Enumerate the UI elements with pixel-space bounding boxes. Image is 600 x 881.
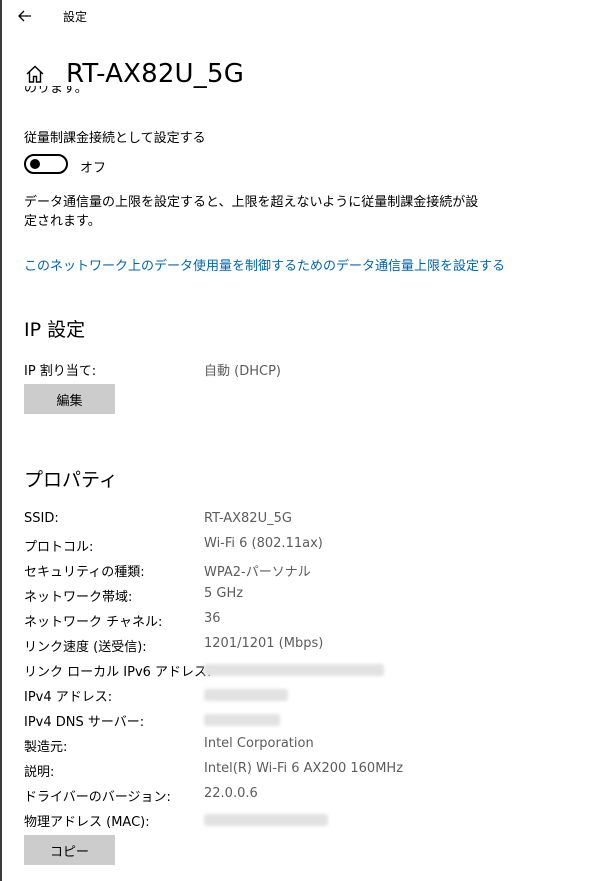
property-value-protocol: Wi-Fi 6 (802.11ax) <box>204 536 323 551</box>
page-title: RT-AX82U_5G <box>66 59 245 89</box>
property-label-ssid: SSID: <box>24 511 59 526</box>
property-label-security: セキュリティの種類: <box>24 565 145 580</box>
property-label-ipv6: リンク ローカル IPv6 アドレス: <box>24 665 212 680</box>
edit-button[interactable]: 編集 <box>24 384 115 414</box>
window-left-edge <box>0 0 2 881</box>
property-label-channel: ネットワーク チャネル: <box>24 615 163 630</box>
toggle-knob <box>30 159 40 169</box>
property-label-ipv4: IPv4 アドレス: <box>24 690 113 705</box>
property-label-protocol: プロトコル: <box>24 540 94 555</box>
property-value-driver-version: 22.0.0.6 <box>204 786 258 801</box>
redacted-dns-value <box>204 714 280 726</box>
metered-connection-label: 従量制課金接続として設定する <box>24 131 206 146</box>
app-title: 設定 <box>63 10 88 24</box>
home-icon <box>24 63 46 85</box>
property-label-dns: IPv4 DNS サーバー: <box>24 715 145 730</box>
property-value-band: 5 GHz <box>204 586 244 601</box>
data-limit-link[interactable]: このネットワーク上のデータ使用量を制御するためのデータ通信量上限を設定する <box>24 255 505 274</box>
ip-settings-heading: IP 設定 <box>24 319 86 341</box>
property-label-mac: 物理アドレス (MAC): <box>24 815 150 830</box>
property-value-link-speed: 1201/1201 (Mbps) <box>204 636 324 651</box>
ip-assignment-value: 自動 (DHCP) <box>204 364 281 379</box>
toggle-state-label: オフ <box>80 161 107 176</box>
property-value-security: WPA2-パーソナル <box>204 565 311 580</box>
property-label-manufacturer: 製造元: <box>24 740 68 755</box>
metered-description: データ通信量の上限を設定すると、上限を超えないように従量制課金接続が設定されます… <box>24 195 479 229</box>
property-value-manufacturer: Intel Corporation <box>204 736 314 751</box>
metered-connection-toggle[interactable] <box>24 154 68 174</box>
copy-button[interactable]: コピー <box>24 835 115 865</box>
scrolled-text-fragment: のります。 <box>24 86 88 96</box>
property-label-description: 説明: <box>24 765 55 780</box>
title-bar: 設定 <box>0 0 600 34</box>
properties-heading: プロパティ <box>24 469 118 491</box>
arrow-left-icon <box>18 10 31 22</box>
redacted-mac-value <box>204 814 328 826</box>
property-label-band: ネットワーク帯域: <box>24 590 133 605</box>
property-value-channel: 36 <box>204 611 221 626</box>
property-value-ssid: RT-AX82U_5G <box>204 511 292 526</box>
property-label-link-speed: リンク速度 (送受信): <box>24 640 147 655</box>
property-value-description: Intel(R) Wi-Fi 6 AX200 160MHz <box>204 761 404 776</box>
property-label-driver-version: ドライバーのバージョン: <box>24 790 171 805</box>
back-button[interactable] <box>12 5 38 27</box>
redacted-ipv6-value <box>204 664 384 676</box>
redacted-ipv4-value <box>204 689 288 701</box>
ip-assignment-label: IP 割り当て: <box>24 364 97 379</box>
